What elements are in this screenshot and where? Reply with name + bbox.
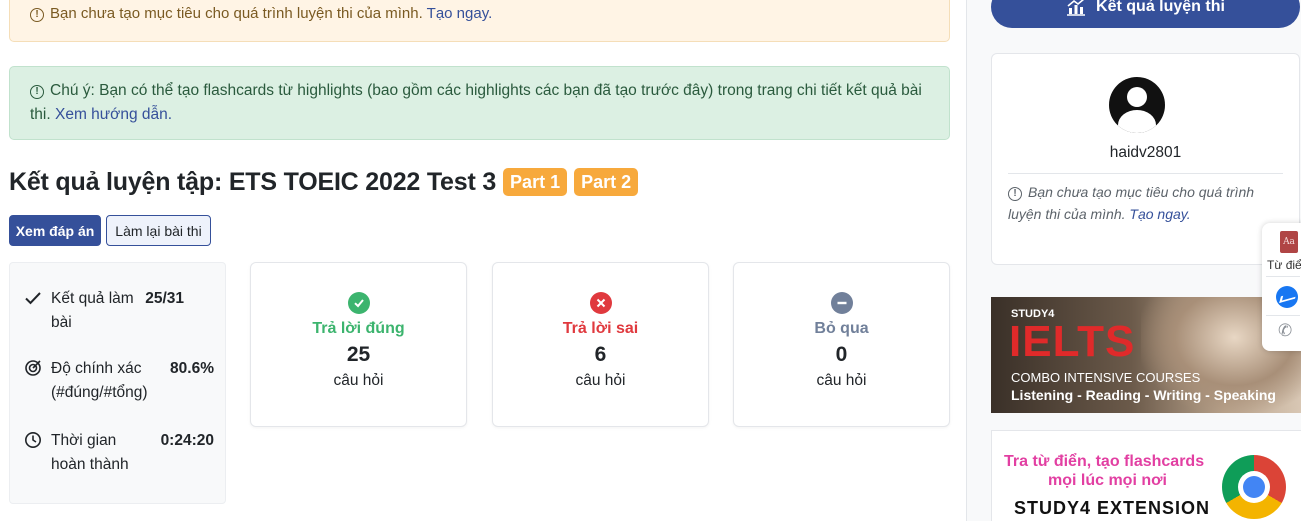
retake-test-button[interactable]: Làm lại bài thi [106,215,211,246]
stats-panel: Kết quả làm bài 25/31 Độ chính xác (#đún… [9,262,226,504]
card-label: Trả lời sai [562,320,639,337]
minus-circle-icon [830,292,853,314]
banner-headline: IELTS [1009,317,1136,366]
create-goal-link[interactable]: Tạo ngay. [1129,206,1190,222]
extension-line-2: mọi lúc mọi nơi [1048,472,1167,489]
target-icon [25,360,41,376]
phone-icon[interactable]: ✆ [1278,321,1296,341]
dictionary-label[interactable]: Từ điển [1267,258,1301,272]
goal-alert: ! Bạn chưa tạo mục tiêu cho quá trình luy… [9,0,950,42]
banner-subtitle: COMBO INTENSIVE COURSES [1011,370,1201,385]
stat-label: Độ chính xác (#đúng/#tổng) [51,360,148,401]
test-results-label: Kết quả luyện thi [1096,0,1225,15]
card-unit: câu hỏi [816,372,867,389]
main-content: ! Bạn chưa tạo mục tiêu cho quá trình luy… [0,0,966,521]
profile-card: haidv2801 ! Bạn chưa tạo mục tiêu cho quá… [991,53,1300,265]
divider [1266,315,1300,316]
correct-answers-card: Trả lời đúng 25 câu hỏi [250,262,467,427]
username: haidv2801 [1109,144,1182,161]
check-circle-icon [347,292,370,314]
chrome-icon [1222,455,1286,519]
extension-line-1: Tra từ điển, tạo flashcards [1004,453,1205,470]
check-icon [25,292,41,305]
card-count: 25 [346,343,371,366]
result-title-row: Kết quả luyện tập: ETS TOEIC 2022 Test 3… [9,166,639,198]
banner-skills: Listening - Reading - Writing - Speaking [1011,387,1276,403]
avatar[interactable] [1109,77,1165,133]
info-icon: ! [30,8,44,22]
wrong-answers-card: Trả lời sai 6 câu hỏi [492,262,709,427]
card-label: Trả lời đúng [312,320,405,337]
floating-tools: Aa Từ điển ✆ [1262,223,1301,351]
create-goal-link[interactable]: Tạo ngay. [427,5,493,22]
part-badge: Part 2 [574,168,639,196]
stat-value: 0:24:20 [160,432,214,449]
test-results-button[interactable]: Kết quả luyện thi [991,0,1300,28]
messenger-icon[interactable] [1276,286,1298,308]
flashcard-note-alert: ! Chú ý: Bạn có thể tạo flashcards từ hig… [9,66,950,140]
divider [1266,276,1300,277]
part-badge: Part 1 [503,168,568,196]
extension-line-3: STUDY4 EXTENSION [1014,498,1211,518]
view-answers-button[interactable]: Xem đáp án [9,215,101,246]
info-icon: ! [1008,187,1022,201]
skipped-card: Bỏ qua 0 câu hỏi [733,262,950,427]
page-title: Kết quả luyện tập: ETS TOEIC 2022 Test 3 [9,167,497,196]
stat-value: 25/31 [145,290,184,307]
card-count: 0 [835,343,848,366]
card-unit: câu hỏi [333,372,384,389]
goal-alert-text: Bạn chưa tạo mục tiêu cho quá trình luyệ… [50,5,423,22]
card-count: 6 [594,343,607,366]
divider [1008,173,1283,174]
info-icon: ! [30,85,44,99]
chart-icon [1067,0,1086,16]
goal-note: ! Bạn chưa tạo mục tiêu cho quá trình luy… [1008,181,1278,225]
sidebar: Kết quả luyện thi haidv2801 ! Bạn chưa tạ… [967,0,1301,521]
extension-banner[interactable]: Tra từ điển, tạo flashcards mọi lúc mọi … [991,430,1301,521]
card-unit: câu hỏi [575,372,626,389]
clock-icon [25,432,41,448]
stat-value: 80.6% [170,360,214,377]
stat-label: Kết quả làm bài [51,290,134,331]
dictionary-icon[interactable]: Aa [1280,231,1298,253]
guide-link[interactable]: Xem hướng dẫn. [55,106,172,123]
ielts-course-banner[interactable]: STUDY4 IELTS COMBO INTENSIVE COURSES Lis… [991,297,1301,413]
stat-label: Thời gian hoàn thành [51,432,129,473]
x-circle-icon [589,292,612,314]
card-label: Bỏ qua [814,320,869,337]
